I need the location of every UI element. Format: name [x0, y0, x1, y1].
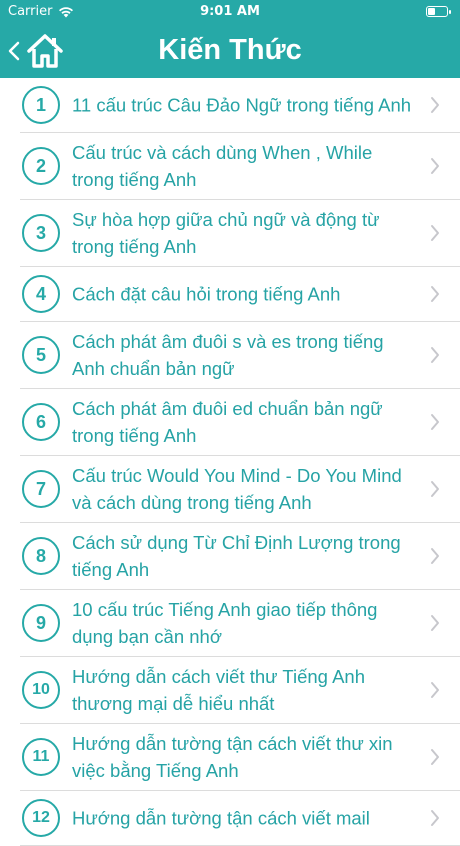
chevron-right-icon: [431, 225, 439, 241]
item-number-badge: 3: [22, 214, 60, 252]
list-item[interactable]: 4 Cách đặt câu hỏi trong tiếng Anh: [20, 267, 460, 322]
list-item[interactable]: 11 Hướng dẫn tường tận cách viết thư xin …: [20, 724, 460, 791]
status-time: 9:01 AM: [200, 4, 260, 19]
list-item[interactable]: 1 11 cấu trúc Câu Đảo Ngữ trong tiếng Anh: [20, 78, 460, 133]
chevron-right-icon: [431, 749, 439, 765]
item-title: Sự hòa hợp giữa chủ ngữ và động từ trong…: [72, 209, 380, 257]
item-title: Hướng dẫn cách viết thư Tiếng Anh thương…: [72, 666, 365, 714]
navigation-bar: Kiến Thức: [0, 24, 460, 78]
list-item[interactable]: 9 10 cấu trúc Tiếng Anh giao tiếp thông d…: [20, 590, 460, 657]
item-number-badge: 12: [22, 799, 60, 837]
item-number-badge: 11: [22, 738, 60, 776]
item-title: Cấu trúc Would You Mind - Do You Mind và…: [72, 465, 402, 513]
chevron-right-icon: [431, 97, 439, 113]
chevron-right-icon: [431, 615, 439, 631]
list-item[interactable]: 8 Cách sử dụng Từ Chỉ Định Lượng trong ti…: [20, 523, 460, 590]
item-number-badge: 10: [22, 671, 60, 709]
item-title: Hướng dẫn tường tận cách viết mail: [72, 807, 370, 829]
item-title: 11 cấu trúc Câu Đảo Ngữ trong tiếng Anh: [72, 94, 412, 116]
item-number-badge: 4: [22, 275, 60, 313]
chevron-right-icon: [431, 810, 439, 826]
battery-icon: [426, 6, 451, 17]
item-number-badge: 7: [22, 470, 60, 508]
page-title: Kiến Thức: [158, 34, 302, 66]
item-number-badge: 8: [22, 537, 60, 575]
item-title: Cách đặt câu hỏi trong tiếng Anh: [72, 283, 341, 305]
item-title: Cách sử dụng Từ Chỉ Định Lượng trong tiế…: [72, 532, 401, 580]
list-item[interactable]: 6 Cách phát âm đuôi ed chuẩn bản ngữ tron…: [20, 389, 460, 456]
status-bar: Carrier 9:01 AM: [0, 0, 460, 24]
item-number-badge: 1: [22, 86, 60, 124]
chevron-right-icon: [431, 286, 439, 302]
item-title: 10 cấu trúc Tiếng Anh giao tiếp thông dụ…: [72, 599, 378, 647]
chevron-right-icon: [431, 548, 439, 564]
list-item[interactable]: 5 Cách phát âm đuôi s và es trong tiếng A…: [20, 322, 460, 389]
item-title: Cách phát âm đuôi s và es trong tiếng An…: [72, 331, 384, 379]
list-item[interactable]: 10 Hướng dẫn cách viết thư Tiếng Anh thươ…: [20, 657, 460, 724]
chevron-right-icon: [431, 481, 439, 497]
item-number-badge: 9: [22, 604, 60, 642]
chevron-right-icon: [431, 347, 439, 363]
chevron-right-icon: [431, 158, 439, 174]
topic-list: 1 11 cấu trúc Câu Đảo Ngữ trong tiếng Anh…: [0, 78, 460, 846]
item-number-badge: 6: [22, 403, 60, 441]
list-item[interactable]: 7 Cấu trúc Would You Mind - Do You Mind v…: [20, 456, 460, 523]
chevron-right-icon: [431, 414, 439, 430]
chevron-right-icon: [431, 682, 439, 698]
item-number-badge: 5: [22, 336, 60, 374]
list-item[interactable]: 12 Hướng dẫn tường tận cách viết mail: [20, 791, 460, 846]
item-title: Hướng dẫn tường tận cách viết thư xin vi…: [72, 733, 393, 781]
item-number-badge: 2: [22, 147, 60, 185]
battery-fill: [428, 8, 435, 15]
item-title: Cấu trúc và cách dùng When , While trong…: [72, 142, 373, 190]
list-item[interactable]: 2 Cấu trúc và cách dùng When , While tron…: [20, 133, 460, 200]
list-item[interactable]: 3 Sự hòa hợp giữa chủ ngữ và động từ tron…: [20, 200, 460, 267]
item-title: Cách phát âm đuôi ed chuẩn bản ngữ trong…: [72, 398, 383, 446]
